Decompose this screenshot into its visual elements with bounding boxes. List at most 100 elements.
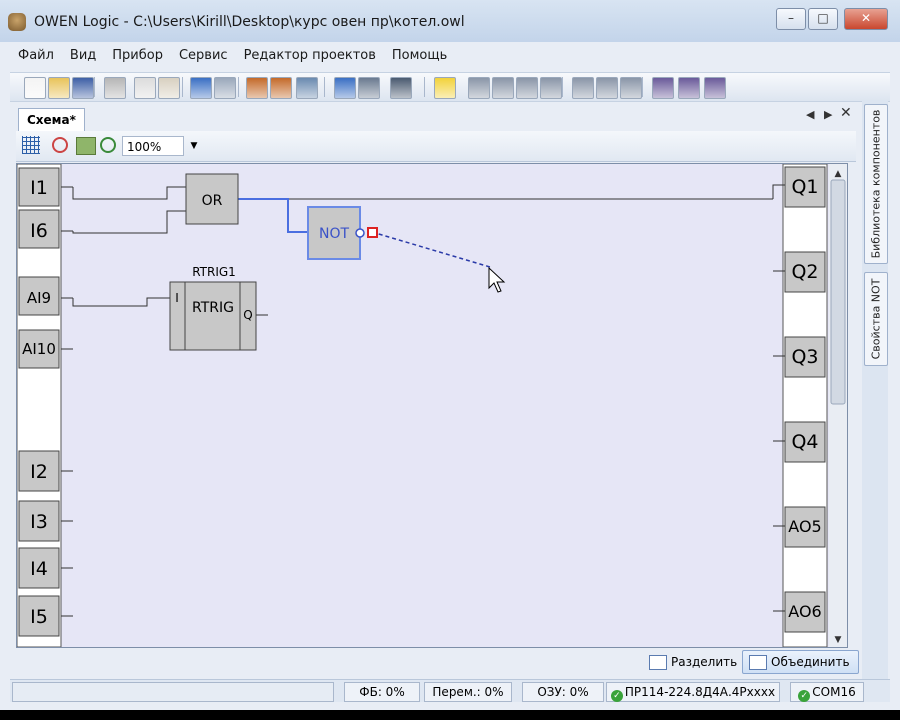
- menu-file[interactable]: Файл: [10, 44, 62, 68]
- var-icon[interactable]: [468, 77, 490, 99]
- rtrig-pin-out: Q: [243, 308, 252, 322]
- maximize-button[interactable]: □: [808, 8, 838, 30]
- document-tabstrip: Схема*: [10, 104, 860, 131]
- net-icon[interactable]: [596, 77, 618, 99]
- check-icon: ✓: [610, 690, 623, 702]
- schema-canvas[interactable]: ▲ ▼ I1 I6 AI9 AI10 I2 I3 I4 I5 Q1 Q2 Q3 …: [16, 163, 848, 648]
- var-icon[interactable]: [492, 77, 514, 99]
- rtrig-label: RTRIG: [192, 300, 234, 316]
- download-icon[interactable]: [358, 77, 380, 99]
- paste-icon[interactable]: [158, 77, 180, 99]
- bool-icon[interactable]: [652, 77, 674, 99]
- open-icon[interactable]: [48, 77, 70, 99]
- input-label: I6: [30, 220, 48, 242]
- menu-service[interactable]: Сервис: [171, 44, 236, 68]
- input-label: AI9: [27, 289, 51, 307]
- scrollbar-thumb[interactable]: [830, 179, 846, 405]
- menu-device[interactable]: Прибор: [104, 44, 171, 68]
- var-icon[interactable]: [540, 77, 562, 99]
- zoom-in-icon[interactable]: [100, 137, 116, 153]
- bool-icon[interactable]: [704, 77, 726, 99]
- menu-project-editor[interactable]: Редактор проектов: [236, 44, 384, 68]
- minimize-button[interactable]: –: [776, 8, 806, 30]
- output-label: Q2: [791, 261, 818, 283]
- scroll-down-icon[interactable]: ▼: [835, 635, 842, 645]
- wire-or-not-selected[interactable]: [238, 198, 308, 233]
- not-output-pin[interactable]: [355, 228, 365, 238]
- zoom-select[interactable]: 100%: [122, 136, 184, 156]
- merge-label: Объединить: [771, 655, 850, 669]
- output-block-q3[interactable]: Q3: [773, 336, 826, 378]
- net-icon[interactable]: [572, 77, 594, 99]
- merge-button[interactable]: Объединить: [742, 650, 859, 674]
- net-icon[interactable]: [620, 77, 642, 99]
- fit-page-icon[interactable]: [76, 137, 96, 155]
- status-ram: ОЗУ: 0%: [522, 682, 604, 702]
- output-block-q2[interactable]: Q2: [773, 251, 826, 293]
- copy-icon[interactable]: [134, 77, 156, 99]
- input-block-ai9[interactable]: AI9: [18, 276, 73, 316]
- output-block-ao6[interactable]: AO6: [773, 591, 826, 633]
- toolbar-separator: [642, 77, 643, 97]
- grid-icon[interactable]: [390, 77, 412, 99]
- wire-i6-or[interactable]: [72, 210, 186, 234]
- status-port[interactable]: ✓ COM16: [790, 682, 864, 702]
- wire-ai9-rtrig[interactable]: [72, 297, 170, 307]
- split-label: Разделить: [671, 655, 738, 669]
- menu-help[interactable]: Помощь: [384, 44, 455, 68]
- tab-close-icon[interactable]: ✕: [840, 105, 852, 121]
- output-label: Q3: [791, 346, 818, 368]
- output-block-q4[interactable]: Q4: [773, 421, 826, 463]
- new-icon[interactable]: [24, 77, 46, 99]
- undo-icon[interactable]: [190, 77, 212, 99]
- input-block-i6[interactable]: I6: [18, 209, 73, 249]
- component-library-label: Библиотека компонентов: [869, 109, 883, 259]
- tab-schema[interactable]: Схема*: [18, 108, 85, 131]
- text-icon[interactable]: [434, 77, 456, 99]
- not-block[interactable]: NOT: [307, 206, 378, 260]
- wire-i1-or[interactable]: [72, 186, 186, 200]
- bool-icon[interactable]: [678, 77, 700, 99]
- connection-handle[interactable]: [367, 227, 378, 238]
- scroll-up-icon[interactable]: ▲: [835, 169, 842, 179]
- save-icon[interactable]: [72, 77, 94, 99]
- play-icon[interactable]: [334, 77, 356, 99]
- input-block-i3[interactable]: I3: [18, 500, 73, 542]
- input-block-i4[interactable]: I4: [18, 547, 73, 589]
- port-label: COM16: [812, 685, 856, 699]
- input-block-i1[interactable]: I1: [18, 167, 73, 207]
- chevron-down-icon[interactable]: ▼: [186, 136, 202, 156]
- status-device[interactable]: ✓ ПР114-224.8Д4А.4Pxxxx: [606, 682, 780, 702]
- toolbar-separator: [94, 77, 95, 97]
- input-block-ai10[interactable]: AI10: [18, 329, 73, 369]
- or-block[interactable]: OR: [185, 173, 239, 225]
- tab-not-properties[interactable]: Свойства NOT: [864, 272, 888, 366]
- input-block-i5[interactable]: I5: [18, 595, 73, 637]
- close-button[interactable]: ✕: [844, 8, 888, 30]
- tab-component-library[interactable]: Библиотека компонентов: [864, 104, 888, 264]
- rtrig-title: RTRIG1: [192, 265, 236, 279]
- status-bar: ФБ: 0% Перем.: 0% ОЗУ: 0% ✓ ПР114-224.8Д4…: [10, 679, 890, 702]
- tab-scroll-left-icon[interactable]: ◀: [806, 108, 814, 121]
- redo-icon[interactable]: [214, 77, 236, 99]
- tool-icon[interactable]: [270, 77, 292, 99]
- tab-scroll-right-icon[interactable]: ▶: [824, 108, 832, 121]
- output-block-q1[interactable]: Q1: [784, 166, 826, 208]
- output-label: Q1: [791, 176, 818, 198]
- output-label: AO6: [788, 602, 821, 621]
- var-icon[interactable]: [516, 77, 538, 99]
- print-icon[interactable]: [104, 77, 126, 99]
- output-column: [782, 164, 828, 647]
- grid-icon[interactable]: [22, 136, 40, 154]
- split-button[interactable]: Разделить: [642, 650, 746, 674]
- owl-app-icon: [8, 13, 26, 31]
- menu-view[interactable]: Вид: [62, 44, 104, 68]
- table-icon[interactable]: [296, 77, 318, 99]
- output-label: Q4: [791, 431, 818, 453]
- zoom-out-icon[interactable]: [52, 137, 68, 153]
- input-label: I5: [30, 606, 48, 628]
- input-block-i2[interactable]: I2: [18, 450, 73, 492]
- output-block-ao5[interactable]: AO5: [773, 506, 826, 548]
- tool-icon[interactable]: [246, 77, 268, 99]
- rtrig-block[interactable]: RTRIG1 I RTRIG Q: [169, 265, 268, 351]
